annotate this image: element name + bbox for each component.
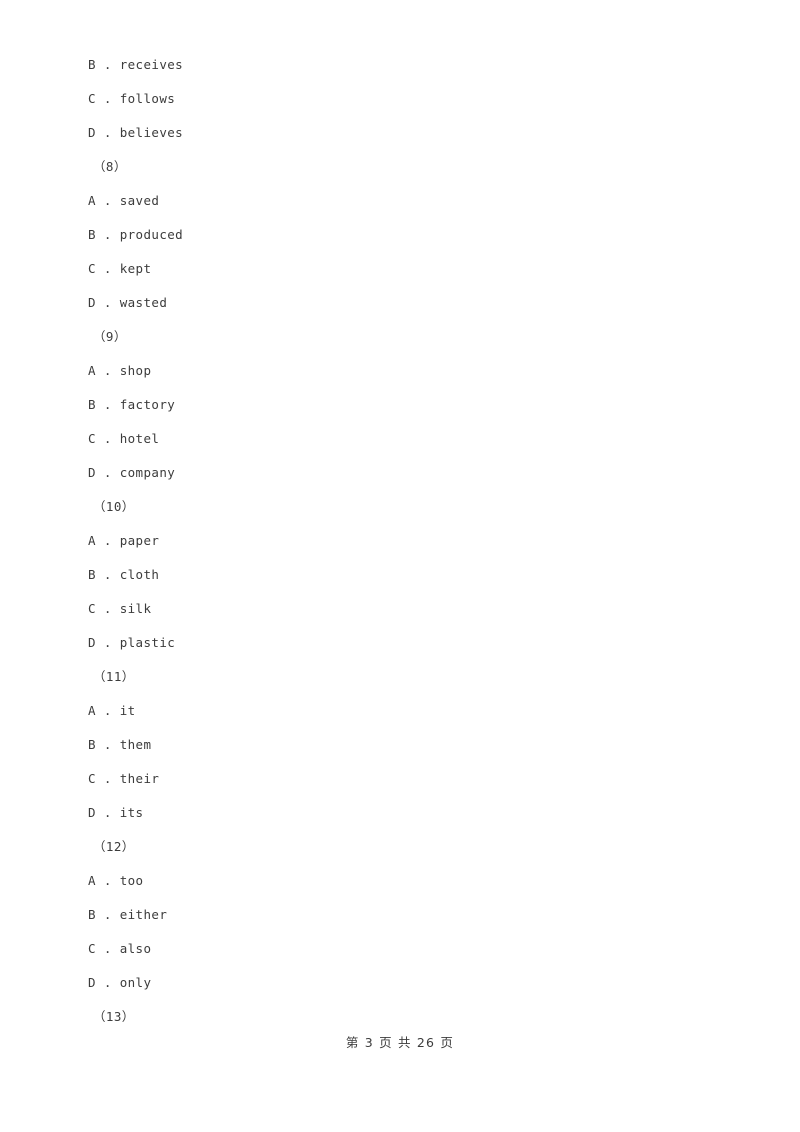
answer-option: D . believes — [88, 125, 184, 140]
question-list: B . receives C . follows D . believes （8） A … — [88, 48, 748, 1034]
answer-option: A . it — [88, 703, 136, 718]
answer-option: C . silk — [88, 601, 152, 616]
answer-option: C . kept — [88, 261, 152, 276]
answer-option: A . too — [88, 873, 144, 888]
answer-option: C . their — [88, 771, 160, 786]
answer-option: B . receives — [88, 57, 184, 72]
answer-option: B . factory — [88, 397, 176, 412]
document-page: B . receives C . follows D . believes （8） A … — [0, 0, 800, 1132]
answer-option: D . only — [88, 975, 152, 990]
page-footer: 第 3 页 共 26 页 — [345, 1035, 455, 1050]
question-number: （13） — [93, 1009, 135, 1024]
question-number: （9） — [93, 329, 127, 344]
answer-option: A . saved — [88, 193, 160, 208]
answer-option: A . shop — [88, 363, 152, 378]
answer-option: B . produced — [88, 227, 184, 242]
question-number: （12） — [93, 839, 135, 854]
answer-option: B . them — [88, 737, 152, 752]
question-number: （11） — [93, 669, 135, 684]
answer-option: D . company — [88, 465, 176, 480]
answer-option: D . its — [88, 805, 144, 820]
answer-option: D . plastic — [88, 635, 176, 650]
answer-option: C . hotel — [88, 431, 160, 446]
question-number: （8） — [93, 159, 127, 174]
answer-option: B . cloth — [88, 567, 160, 582]
answer-option: C . follows — [88, 91, 176, 106]
answer-option: A . paper — [88, 533, 160, 548]
answer-option: B . either — [88, 907, 168, 922]
question-number: （10） — [93, 499, 135, 514]
answer-option: C . also — [88, 941, 152, 956]
answer-option: D . wasted — [88, 295, 168, 310]
